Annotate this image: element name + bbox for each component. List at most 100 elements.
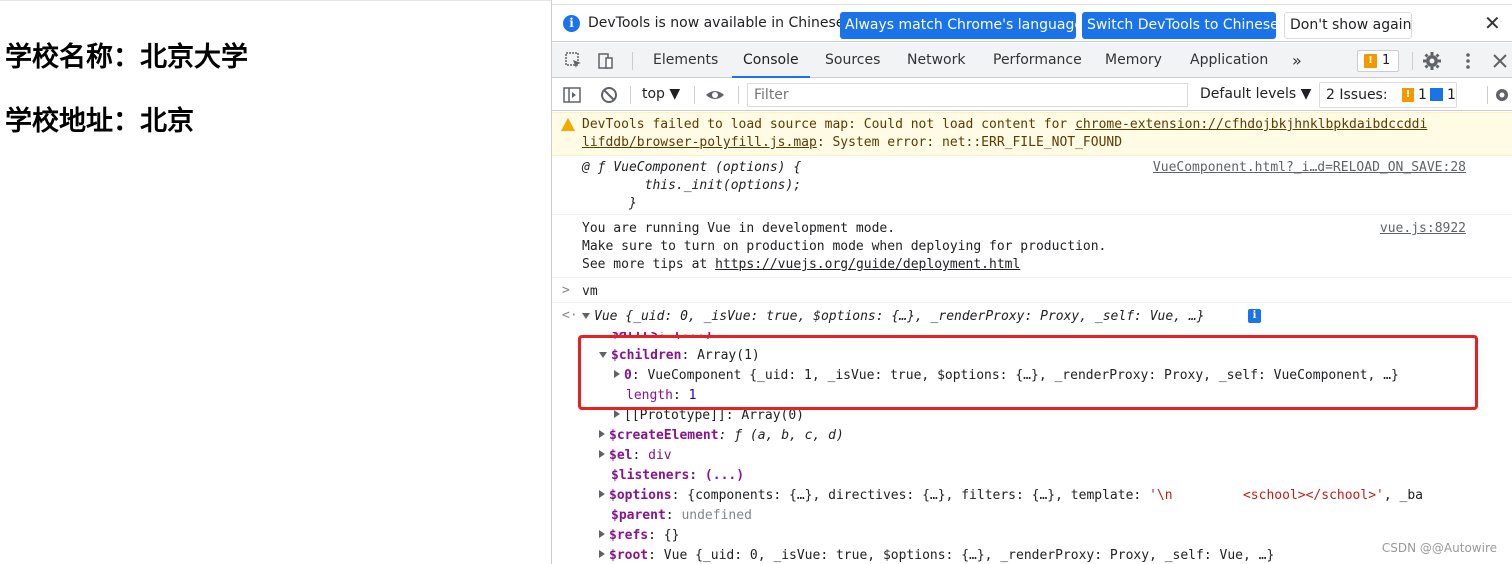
always-match-language-button[interactable]: Always match Chrome's language xyxy=(840,12,1083,39)
prototype-text: [[Prototype]]: Array(0) xyxy=(624,408,805,423)
create-element-key: $createElement xyxy=(609,428,719,443)
prototype-entry[interactable]: [[Prototype]]: Array(0) xyxy=(614,408,804,423)
log-row-vue-devmode: You are running Vue in development mode.… xyxy=(552,216,1512,278)
warning-icon xyxy=(561,118,575,131)
divider xyxy=(738,86,739,104)
listeners-entry[interactable]: $listeners: (...) xyxy=(611,468,744,483)
language-infobar: i DevTools is now available in Chinese! … xyxy=(552,4,1512,42)
collapsed-triangle-icon[interactable] xyxy=(599,550,605,558)
infobar-message: DevTools is now available in Chinese! xyxy=(588,15,850,31)
result-arrow-icon: <· xyxy=(562,308,578,323)
issues-badge[interactable]: ! 1 xyxy=(1357,50,1399,72)
device-toolbar-icon[interactable] xyxy=(596,51,616,71)
gear-icon[interactable] xyxy=(1492,85,1512,105)
el-value: div xyxy=(648,448,672,463)
tab-memory[interactable]: Memory xyxy=(1105,43,1162,78)
expand-triangle-icon[interactable] xyxy=(582,313,590,319)
refs-value: : {} xyxy=(648,528,680,543)
divider xyxy=(1487,86,1488,104)
warning-icon: ! xyxy=(1402,88,1414,102)
divider xyxy=(1412,52,1413,70)
root-key: $root xyxy=(609,548,649,563)
collapsed-triangle-icon[interactable] xyxy=(599,430,605,438)
devtools-panel: i DevTools is now available in Chinese! … xyxy=(551,0,1512,564)
tab-network[interactable]: Network xyxy=(907,43,965,78)
console-command: vm xyxy=(582,284,598,299)
red-highlight-box xyxy=(578,335,1478,410)
gear-icon[interactable] xyxy=(1422,51,1442,71)
tab-console[interactable]: Console xyxy=(732,43,810,78)
eye-icon[interactable] xyxy=(705,85,725,105)
divider xyxy=(694,86,695,104)
options-value: : {components: {…}, directives: {…}, fil… xyxy=(671,488,1150,503)
issues-label: 2 Issues: xyxy=(1326,87,1388,103)
options-entry[interactable]: $options: {components: {…}, directives: … xyxy=(599,488,1423,503)
more-tabs-button[interactable]: » xyxy=(1292,43,1302,78)
tab-application[interactable]: Application xyxy=(1190,43,1268,78)
devtools-tabbar: Elements Console Sources Network Perform… xyxy=(552,43,1512,78)
context-selector[interactable]: top ▼ xyxy=(642,86,680,102)
warning-text: DevTools failed to load source map: Coul… xyxy=(582,117,1427,132)
vue-deployment-link[interactable]: https://vuejs.org/guide/deployment.html xyxy=(715,257,1020,272)
inspect-element-icon[interactable] xyxy=(564,51,584,71)
divider xyxy=(632,52,633,70)
options-template-string: '\n <school></school>' xyxy=(1149,488,1384,503)
info-message-icon xyxy=(1430,88,1443,101)
dont-show-again-button[interactable]: Don't show again xyxy=(1284,12,1412,39)
school-name-heading: 学校名称：北京大学 xyxy=(5,42,248,73)
info-icon: i xyxy=(563,15,580,32)
page-content: 学校名称：北京大学 学校地址：北京 xyxy=(0,0,551,564)
root-entry[interactable]: $root: Vue {_uid: 0, _isVue: true, $opti… xyxy=(599,548,1274,563)
log-vue-line2: Make sure to turn on production mode whe… xyxy=(582,239,1107,254)
issues-info-count: 1 xyxy=(1447,87,1456,103)
log-vue-line1: You are running Vue in development mode. xyxy=(582,221,896,236)
log-function-line2: this._init(options); xyxy=(582,178,802,193)
divider xyxy=(630,86,631,104)
vm-object-summary[interactable]: Vue {_uid: 0, _isVue: true, $options: {…… xyxy=(582,309,1204,324)
issues-counter-button[interactable]: 2 Issues: ! 1 1 xyxy=(1319,82,1457,108)
warning-text-line2: lifddb/browser-polyfill.js.map: System e… xyxy=(582,135,1122,150)
sidebar-toggle-icon[interactable] xyxy=(562,85,582,105)
switch-to-chinese-button[interactable]: Switch DevTools to Chinese xyxy=(1082,12,1279,39)
collapsed-triangle-icon[interactable] xyxy=(614,410,620,418)
console-filterbar: top ▼ Default levels ▼ 2 Issues: ! 1 1 xyxy=(552,79,1512,111)
collapsed-triangle-icon[interactable] xyxy=(599,530,605,538)
tab-performance[interactable]: Performance xyxy=(993,43,1082,78)
log-row-function: @ ƒ VueComponent (options) { this._init(… xyxy=(552,157,1512,215)
console-input-row: > vm xyxy=(552,279,1512,303)
refs-entry[interactable]: $refs: {} xyxy=(599,528,679,543)
collapsed-triangle-icon[interactable] xyxy=(599,450,605,458)
source-location-link[interactable]: VueComponent.html?_i…d=RELOAD_ON_SAVE:28 xyxy=(1153,160,1466,175)
log-function-line3: } xyxy=(582,196,637,211)
kebab-menu-icon[interactable] xyxy=(1458,51,1478,71)
el-entry[interactable]: $el: div xyxy=(599,448,672,463)
close-icon[interactable]: ✕ xyxy=(1484,11,1501,35)
warning-icon: ! xyxy=(1364,54,1377,68)
clear-console-icon[interactable] xyxy=(599,85,619,105)
parent-value: undefined xyxy=(681,508,752,523)
source-map-link-cont[interactable]: lifddb/browser-polyfill.js.map xyxy=(582,135,817,150)
collapsed-triangle-icon[interactable] xyxy=(599,490,605,498)
prompt-chevron-icon: > xyxy=(562,283,570,298)
source-location-link[interactable]: vue.js:8922 xyxy=(1380,221,1466,236)
create-element-value: : ƒ (a, b, c, d) xyxy=(718,428,844,443)
warning-message-row: DevTools failed to load source map: Coul… xyxy=(552,112,1512,156)
options-key: $options xyxy=(609,488,672,503)
create-element-entry[interactable]: $createElement: ƒ (a, b, c, d) xyxy=(599,428,844,443)
log-levels-dropdown[interactable]: Default levels ▼ xyxy=(1200,86,1311,102)
school-address-heading: 学校地址：北京 xyxy=(5,106,194,137)
root-value: : Vue {_uid: 0, _isVue: true, $options: … xyxy=(648,548,1275,563)
log-vue-line3-prefix: See more tips at xyxy=(582,257,716,272)
log-function-line1: @ ƒ VueComponent (options) { xyxy=(582,160,802,175)
source-map-link[interactable]: chrome-extension://cfhdojbkjhnklbpkdaibd… xyxy=(1075,117,1427,132)
tab-elements[interactable]: Elements xyxy=(653,43,718,78)
watermark: CSDN @@Autowire xyxy=(1381,541,1497,555)
info-icon[interactable]: i xyxy=(1248,309,1261,323)
parent-entry: $parent: undefined xyxy=(611,508,752,523)
filter-input[interactable] xyxy=(747,83,1188,107)
close-devtools-icon[interactable] xyxy=(1490,51,1510,71)
el-key: $el xyxy=(609,448,633,463)
tab-sources[interactable]: Sources xyxy=(825,43,880,78)
issues-warning-count: 1 xyxy=(1418,87,1427,103)
issues-badge-count: 1 xyxy=(1382,53,1391,68)
